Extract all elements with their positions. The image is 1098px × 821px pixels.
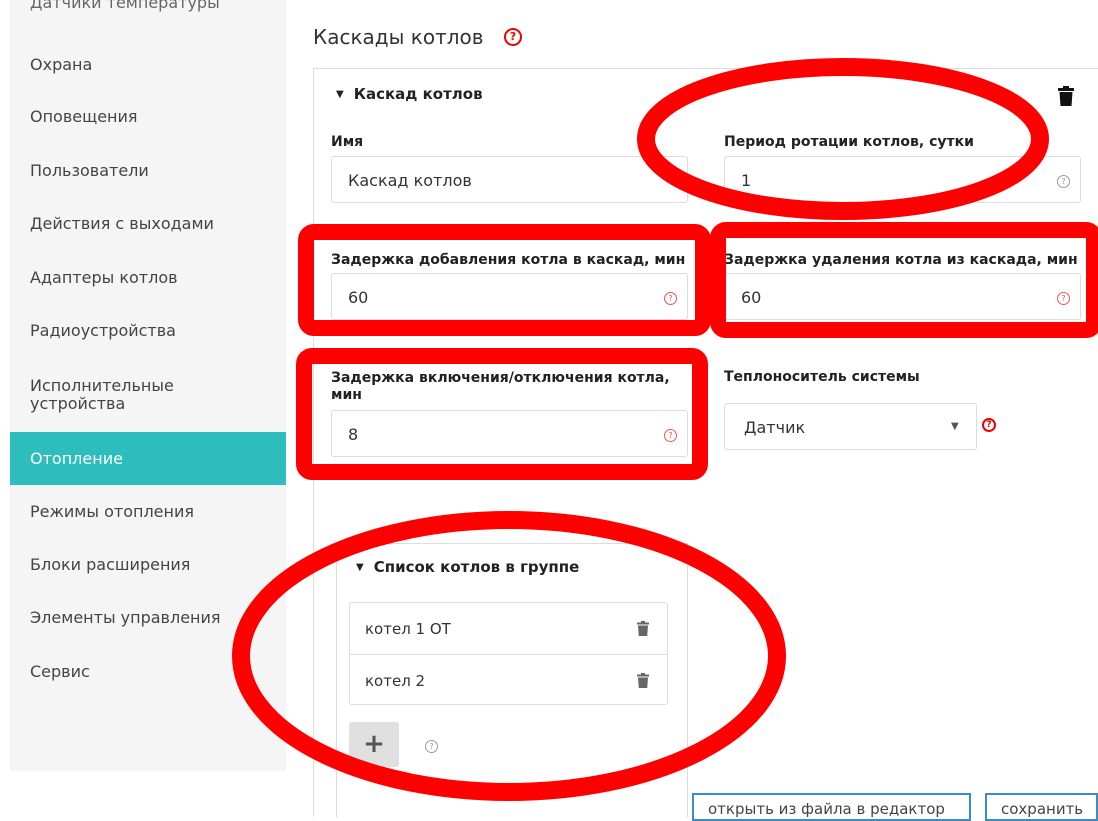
remove-delay-value: 60 <box>741 288 762 307</box>
sidebar-item-heating-modes[interactable]: Режимы отопления <box>10 503 286 521</box>
add-delay-value: 60 <box>348 288 369 307</box>
sidebar-item-temperature-sensors[interactable]: Датчики температуры <box>10 0 286 14</box>
list-item[interactable]: котел 2 <box>350 654 667 706</box>
sidebar-item-label: Блоки расширения <box>30 555 191 574</box>
add-delay-field[interactable]: 60 ? <box>331 273 688 320</box>
sidebar-item-users[interactable]: Пользователи <box>10 162 286 180</box>
coolant-label: Теплоноситель системы <box>724 369 920 385</box>
boiler-name: котел 2 <box>365 672 426 690</box>
sidebar-item-label: Режимы отопления <box>30 502 195 521</box>
sidebar-item-label: Датчики температуры <box>30 0 220 12</box>
remove-delay-label: Задержка удаления котла из каскада, мин <box>724 252 1078 268</box>
list-item[interactable]: котел 1 ОТ <box>350 603 667 654</box>
coolant-select[interactable]: Датчик ▼ <box>724 403 977 450</box>
question-circle-icon[interactable]: ? <box>425 740 438 753</box>
sidebar-item-label: Оповещения <box>30 107 138 126</box>
page-title: Каскады котлов ? <box>313 25 522 49</box>
sidebar-item-label: Адаптеры котлов <box>30 268 178 287</box>
trash-icon[interactable] <box>637 673 649 688</box>
sidebar-item-expansion-blocks[interactable]: Блоки расширения <box>10 556 286 574</box>
sidebar-item-output-actions[interactable]: Действия с выходами <box>10 215 286 233</box>
page-title-text: Каскады котлов <box>313 25 484 49</box>
rotation-field[interactable]: 1 ? <box>724 156 1081 203</box>
caret-down-icon: ▼ <box>336 89 344 100</box>
add-boiler-button[interactable]: + <box>349 722 399 767</box>
sidebar-item-label: Пользователи <box>30 161 149 180</box>
sidebar-item-label: Исполнительные устройства <box>30 376 174 413</box>
sidebar: Датчики температуры Охрана Оповещения По… <box>10 0 286 771</box>
cascade-panel-header[interactable]: ▼ Каскад котлов <box>336 85 483 103</box>
question-circle-icon[interactable]: ? <box>503 27 522 46</box>
sidebar-item-label: Отопление <box>30 449 123 468</box>
sidebar-item-service[interactable]: Сервис <box>10 663 286 681</box>
coolant-value: Датчик <box>744 418 806 437</box>
onoff-delay-field[interactable]: 8 ? <box>331 410 688 457</box>
question-circle-icon[interactable]: ? <box>1057 175 1070 188</box>
sidebar-item-label: Охрана <box>30 55 93 74</box>
question-circle-icon[interactable]: ? <box>664 429 677 442</box>
remove-delay-field[interactable]: 60 ? <box>724 273 1081 320</box>
sidebar-item-notifications[interactable]: Оповещения <box>10 108 286 126</box>
sidebar-item-label: Действия с выходами <box>30 214 214 233</box>
add-delay-label: Задержка добавления котла в каскад, мин <box>331 252 686 268</box>
onoff-delay-value: 8 <box>348 425 359 444</box>
rotation-value: 1 <box>741 171 752 190</box>
sidebar-item-radio-devices[interactable]: Радиоустройства <box>10 322 286 340</box>
caret-down-icon: ▼ <box>356 562 364 573</box>
sidebar-item-controls[interactable]: Элементы управления <box>10 609 286 627</box>
name-field[interactable]: Каскад котлов <box>331 156 688 203</box>
boiler-list-header[interactable]: ▼ Список котлов в группе <box>356 558 579 576</box>
sidebar-item-heating[interactable]: Отопление <box>10 432 286 485</box>
question-circle-icon[interactable]: ? <box>1057 292 1070 305</box>
sidebar-item-security[interactable]: Охрана <box>10 56 286 74</box>
plus-icon: + <box>363 729 385 759</box>
boiler-list: котел 1 ОТ котел 2 <box>349 602 668 705</box>
panel-title: Каскад котлов <box>353 85 483 103</box>
boiler-list-title: Список котлов в группе <box>373 558 580 576</box>
boiler-name: котел 1 ОТ <box>365 620 451 638</box>
question-circle-icon[interactable]: ? <box>664 292 677 305</box>
name-value: Каскад котлов <box>348 171 472 190</box>
open-in-editor-label: открыть из файла в редактор <box>708 800 945 818</box>
save-label: сохранить <box>1001 800 1084 818</box>
sidebar-item-actuators[interactable]: Исполнительные устройства <box>10 377 210 413</box>
trash-icon[interactable] <box>637 621 649 636</box>
sidebar-item-boiler-adapters[interactable]: Адаптеры котлов <box>10 269 286 287</box>
sidebar-item-label: Элементы управления <box>30 608 221 627</box>
caret-down-icon: ▼ <box>951 421 959 432</box>
sidebar-item-label: Сервис <box>30 662 90 681</box>
sidebar-item-label: Радиоустройства <box>30 321 176 340</box>
question-circle-icon[interactable]: ? <box>982 418 996 432</box>
rotation-label: Период ротации котлов, сутки <box>724 134 974 150</box>
name-label: Имя <box>331 134 364 150</box>
trash-icon[interactable] <box>1058 86 1074 106</box>
onoff-delay-label: Задержка включения/отключения котла, мин <box>331 370 670 403</box>
